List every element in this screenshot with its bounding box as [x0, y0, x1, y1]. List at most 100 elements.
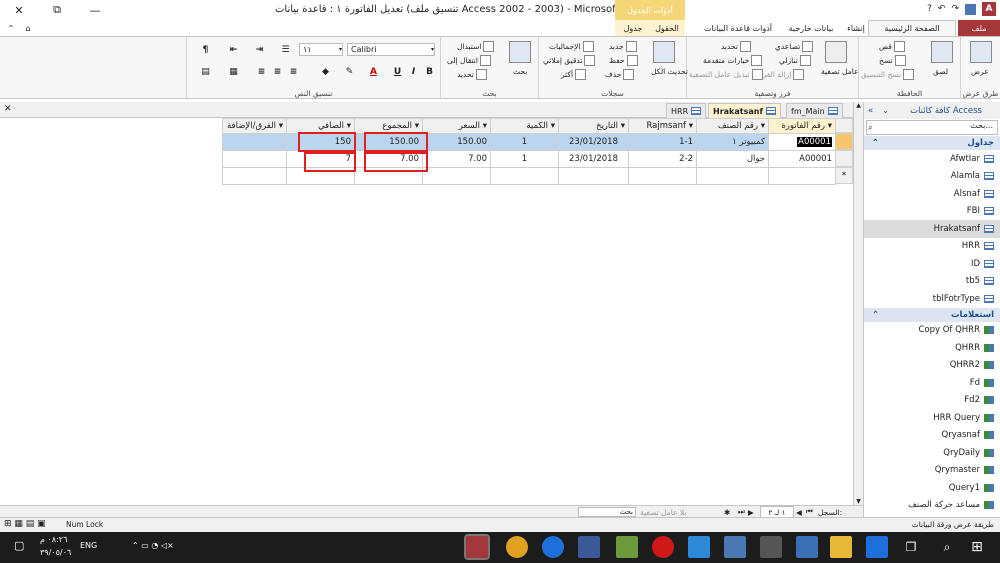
col-header-diff[interactable]: الفرق/الإضافة ▾	[222, 118, 287, 134]
active-cell[interactable]: A00001	[768, 133, 836, 151]
nav-query-item[interactable]: QHRR	[864, 339, 1000, 357]
nav-table-item[interactable]: ID	[864, 255, 1000, 273]
edge-icon[interactable]	[866, 536, 888, 558]
rtl-icon[interactable]: ¶	[199, 43, 212, 56]
paste-button[interactable]: لصق	[933, 67, 948, 76]
underline-button[interactable]: U	[391, 65, 404, 78]
goto-button[interactable]: انتقال إلى	[447, 55, 491, 66]
copy-button[interactable]: نسخ	[879, 55, 906, 66]
app-icon[interactable]	[724, 536, 746, 558]
cell[interactable]	[558, 167, 629, 185]
cell[interactable]: 1	[490, 150, 559, 168]
chrome-icon[interactable]	[506, 536, 528, 558]
cell[interactable]: 23/01/2018	[558, 150, 629, 168]
view-switch-icons[interactable]: ⊞ ▦ ▤ ▣	[4, 519, 46, 529]
paste-icon[interactable]	[931, 41, 953, 63]
outdent-icon[interactable]: ⇤	[227, 43, 240, 56]
cell[interactable]	[222, 167, 287, 185]
nav-section-tables[interactable]: ⌃ جداول	[864, 136, 1000, 150]
nav-query-item[interactable]: HRR Query	[864, 409, 1000, 427]
find-button[interactable]: بحث	[513, 67, 527, 76]
vertical-scrollbar[interactable]: ▲ ▼	[853, 102, 863, 505]
align-right-icon[interactable]: ≡	[287, 65, 300, 78]
scroll-up-icon[interactable]: ▲	[854, 102, 863, 109]
record-selector[interactable]	[835, 150, 853, 167]
advanced-button[interactable]: خيارات متقدمة	[703, 55, 763, 66]
cell[interactable]: كمبيوتر ١	[696, 133, 769, 151]
cell[interactable]: 1-1	[628, 133, 697, 151]
mail-icon[interactable]	[760, 536, 782, 558]
task-view-icon[interactable]: ❐	[900, 536, 922, 558]
close-document-icon[interactable]: ✕	[4, 104, 12, 114]
cell[interactable]	[490, 167, 559, 185]
filter-button[interactable]: عامل تصفية	[821, 67, 859, 76]
app-icon[interactable]	[688, 536, 710, 558]
delete-record-button[interactable]: حذف	[605, 69, 635, 80]
cell[interactable]	[222, 150, 287, 168]
search-icon[interactable]: ⌕	[936, 536, 958, 558]
tab-file[interactable]: ملف	[958, 20, 1000, 36]
app-icon[interactable]	[616, 536, 638, 558]
record-search-input[interactable]: بحث	[578, 507, 636, 517]
nav-table-item[interactable]: Hrakatsanf	[864, 220, 1000, 238]
highlight-icon[interactable]: ✎	[343, 65, 356, 78]
nav-menu-icon[interactable]: ⌄	[882, 106, 889, 116]
view-icon[interactable]	[970, 41, 992, 63]
clock-date[interactable]: ٣٩/٠٥/٠٦	[40, 548, 71, 557]
nav-query-item[interactable]: QHRR2	[864, 357, 1000, 375]
refresh-all-button[interactable]: تحديث الكل	[651, 67, 688, 76]
descending-button[interactable]: تنازلي	[779, 55, 811, 66]
doc-tab-fm-main[interactable]: fm_Main	[786, 103, 843, 118]
tab-create[interactable]: إنشاء	[844, 20, 868, 36]
nav-table-item[interactable]: tb5	[864, 273, 1000, 291]
access-taskbar-icon[interactable]	[464, 534, 490, 560]
input-language[interactable]: ENG	[80, 541, 97, 550]
font-name-select[interactable]: Calibri ▾	[347, 43, 435, 56]
cut-button[interactable]: قص	[879, 41, 905, 52]
col-header-qty[interactable]: الكمية ▾	[490, 118, 559, 134]
nav-section-queries[interactable]: ⌃ استعلامات	[864, 307, 1000, 322]
nav-table-item[interactable]: HRR	[864, 238, 1000, 256]
cell[interactable]: 23/01/2018	[558, 133, 629, 151]
cell[interactable]	[696, 167, 769, 185]
align-left-icon[interactable]: ≡	[255, 65, 268, 78]
font-color-button[interactable]: A	[367, 65, 380, 78]
tab-home[interactable]: الصفحة الرئيسية	[868, 20, 956, 36]
nav-query-item[interactable]: Copy Of QHRR	[864, 322, 1000, 340]
indent-icon[interactable]: ⇥	[253, 43, 266, 56]
cell[interactable]: 2-2	[628, 150, 697, 168]
close-button[interactable]: ✕	[0, 0, 38, 20]
nav-table-item[interactable]: AfwtIar	[864, 150, 1000, 168]
nav-query-item[interactable]: Fd	[864, 374, 1000, 392]
nav-table-item[interactable]: Alsnaf	[864, 185, 1000, 203]
restore-button[interactable]: ⧉	[38, 0, 76, 20]
cell[interactable]: 7.00	[422, 150, 491, 168]
binoculars-icon[interactable]	[509, 41, 531, 63]
fill-color-icon[interactable]: ◆	[319, 65, 332, 78]
select-button[interactable]: تحديد	[457, 69, 487, 80]
replace-button[interactable]: استبدال	[457, 41, 495, 52]
minimize-button[interactable]: —	[76, 0, 114, 20]
remove-sort-button[interactable]: إزالة الفرز	[759, 69, 805, 80]
nav-table-item[interactable]: FBI	[864, 203, 1000, 221]
nav-query-item[interactable]: Query1	[864, 479, 1000, 497]
col-header-invoice-no[interactable]: رقم الفاتورة ▾	[768, 118, 836, 134]
tab-database-tools[interactable]: أدوات قاعدة البيانات	[698, 20, 778, 36]
nav-query-item[interactable]: Qrymaster	[864, 462, 1000, 480]
doc-tab-hrr[interactable]: HRR	[666, 103, 707, 118]
col-header-rajmsanf[interactable]: Rajmsanf ▾	[628, 118, 697, 134]
view-button[interactable]: عرض	[971, 67, 989, 76]
col-header-price[interactable]: السعر ▾	[422, 118, 491, 134]
tab-help[interactable]: ⌂	[22, 20, 34, 36]
nav-search-input[interactable]: بحث...	[866, 120, 998, 135]
tab-fields[interactable]: الحقول	[652, 20, 682, 36]
bold-button[interactable]: B	[423, 65, 436, 78]
teamviewer-icon[interactable]	[542, 536, 564, 558]
cell[interactable]: 1	[490, 133, 559, 151]
cell[interactable]	[628, 167, 697, 185]
cell[interactable]: A00001	[768, 150, 836, 168]
alt-row-color-icon[interactable]: ▤	[199, 65, 212, 78]
cell[interactable]: 150.00	[422, 133, 491, 151]
nav-pane-header[interactable]: « ⌄ كافة كائنات Access	[864, 102, 1000, 119]
col-header-date[interactable]: التاريخ ▾	[558, 118, 629, 134]
